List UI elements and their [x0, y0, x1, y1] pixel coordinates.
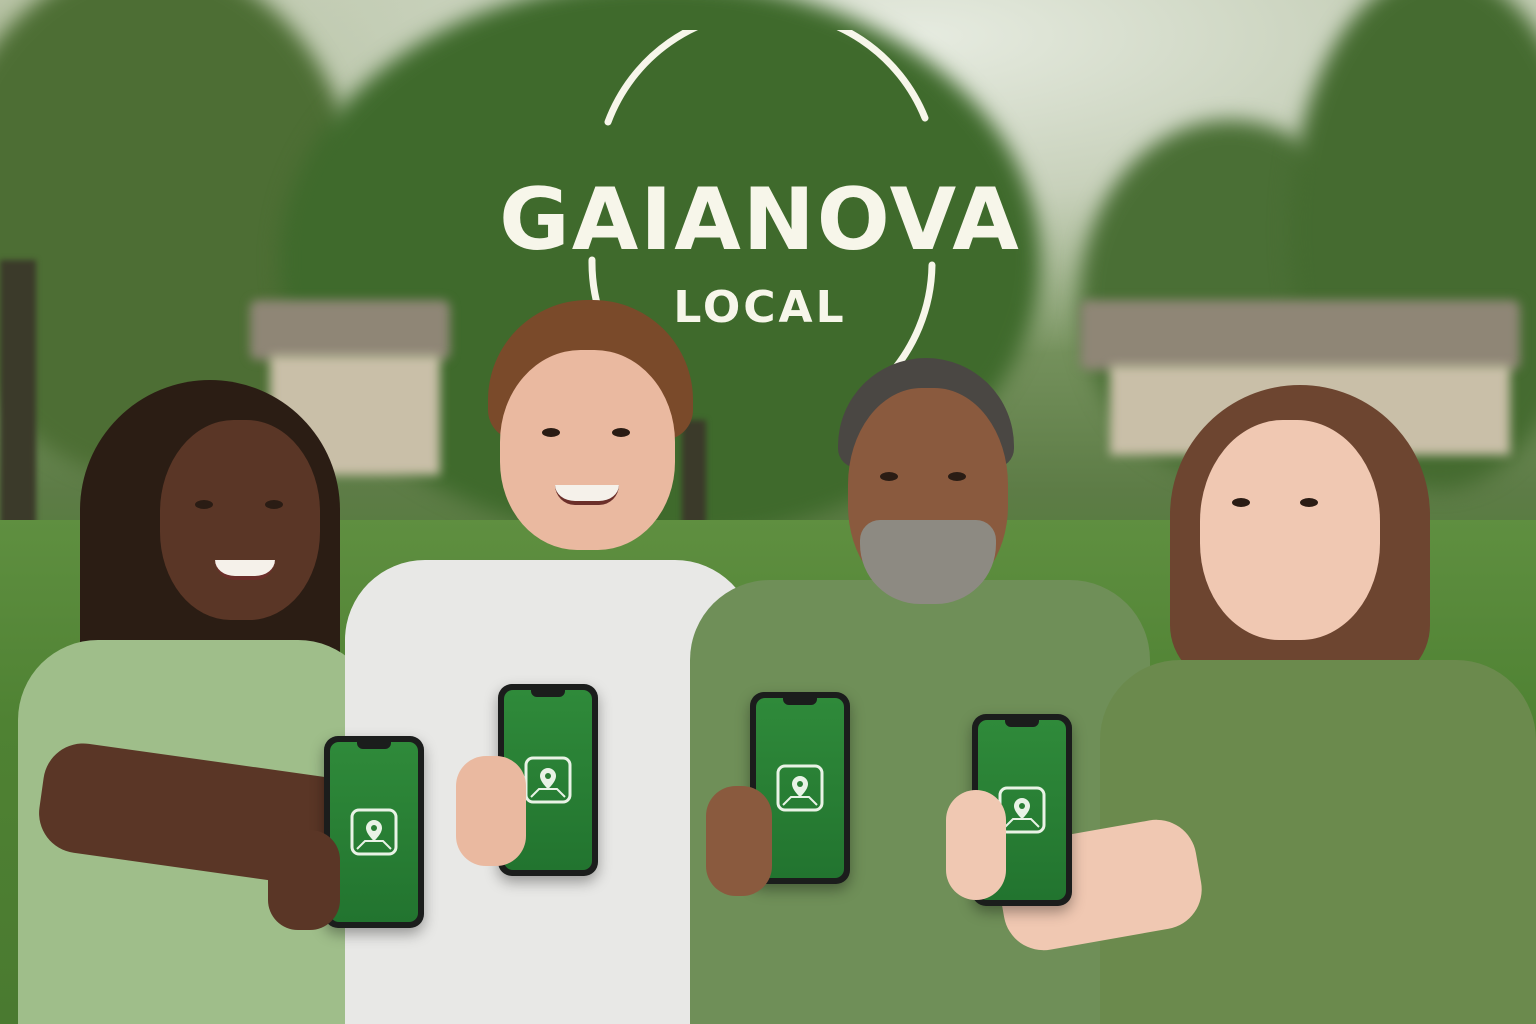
- house-roof: [1080, 300, 1520, 370]
- face: [1200, 420, 1380, 640]
- eye: [1300, 498, 1318, 507]
- eye: [612, 428, 630, 437]
- eye: [948, 472, 966, 481]
- map-pin-icon: [776, 764, 824, 812]
- eye: [1232, 498, 1250, 507]
- hand: [706, 786, 772, 896]
- phone-screen: [330, 742, 418, 922]
- house-roof: [250, 300, 450, 360]
- eye: [265, 500, 283, 509]
- hand: [946, 790, 1006, 900]
- map-pin-icon: [350, 808, 398, 856]
- phone-notch: [783, 698, 817, 705]
- logo-title: GAIANOVA: [499, 170, 1021, 270]
- map-pin-icon: [524, 756, 572, 804]
- phone-notch: [531, 690, 565, 697]
- eye: [542, 428, 560, 437]
- photo-scene: GAIANOVA LOCAL: [0, 0, 1536, 1024]
- face: [160, 420, 320, 620]
- face: [500, 350, 675, 550]
- phone-notch: [1005, 720, 1039, 727]
- phone-notch: [357, 742, 391, 749]
- smile: [555, 485, 619, 505]
- eye: [195, 500, 213, 509]
- hand: [268, 830, 340, 930]
- eye: [880, 472, 898, 481]
- hand: [456, 756, 526, 866]
